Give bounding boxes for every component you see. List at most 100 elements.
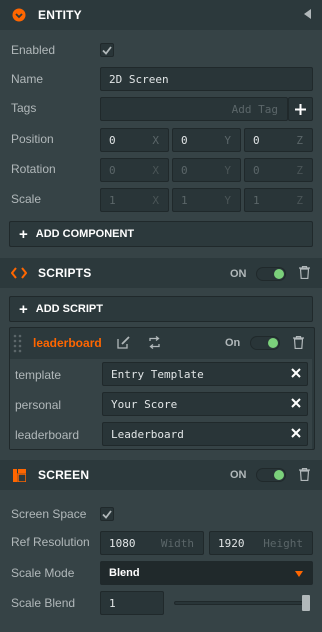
- attribute-value: Leaderboard: [111, 427, 184, 441]
- screen-toggle[interactable]: [256, 468, 286, 482]
- attribute-label: template: [15, 368, 62, 382]
- scale-blend-value: 1: [109, 596, 116, 610]
- position-y-field[interactable]: 0 Y: [172, 128, 241, 152]
- refresh-icon[interactable]: [148, 335, 161, 352]
- script-attribute-row: personal Your Score: [10, 389, 312, 419]
- close-icon[interactable]: [291, 427, 301, 441]
- position-z-field[interactable]: 0 Z: [244, 128, 313, 152]
- enabled-checkbox[interactable]: [100, 43, 114, 57]
- attribute-label: leaderboard: [15, 428, 80, 442]
- entity-icon: [11, 7, 27, 23]
- scale-z-value: 1: [253, 193, 260, 207]
- entity-panel-header[interactable]: ENTITY: [0, 0, 322, 30]
- script-on-label: On: [225, 337, 241, 349]
- attribute-entity-field[interactable]: Leaderboard: [102, 422, 308, 446]
- plus-icon: +: [19, 300, 28, 318]
- axis-z-label: Z: [296, 163, 303, 177]
- edit-icon[interactable]: [117, 336, 130, 352]
- ref-height-value: 1920: [218, 536, 245, 550]
- tags-label: Tags: [11, 101, 37, 115]
- axis-y-label: Y: [224, 133, 231, 147]
- script-attribute-row: leaderboard Leaderboard: [10, 419, 312, 449]
- axis-y-label: Y: [224, 193, 231, 207]
- drag-handle-icon[interactable]: [13, 334, 23, 357]
- ref-width-field[interactable]: 1080 Width: [100, 531, 204, 555]
- code-brackets-icon: [11, 265, 27, 281]
- add-script-button[interactable]: + ADD SCRIPT: [9, 296, 313, 322]
- attribute-value: Your Score: [111, 397, 178, 411]
- screen-space-checkbox[interactable]: [100, 507, 114, 521]
- scale-mode-select[interactable]: Blend: [100, 561, 313, 585]
- scale-y-field[interactable]: 1 Y: [172, 188, 241, 212]
- dropdown-arrow-icon: [295, 566, 303, 580]
- tags-placeholder: Add Tag: [231, 102, 278, 116]
- trash-icon[interactable]: [293, 335, 304, 352]
- axis-z-label: Z: [296, 193, 303, 207]
- check-icon: [102, 45, 112, 55]
- rotation-y-field[interactable]: 0 Y: [172, 158, 241, 182]
- add-tag-button[interactable]: [288, 97, 313, 121]
- scale-blend-field[interactable]: 1: [100, 591, 164, 615]
- scale-blend-label: Scale Blend: [11, 596, 76, 610]
- name-value: 2D Screen: [109, 72, 169, 86]
- scale-x-field[interactable]: 1 X: [100, 188, 169, 212]
- scale-y-value: 1: [181, 193, 188, 207]
- axis-x-label: X: [152, 193, 159, 207]
- position-label: Position: [11, 132, 54, 146]
- check-icon: [102, 509, 112, 519]
- rotation-y-value: 0: [181, 163, 188, 177]
- rotation-label: Rotation: [11, 162, 56, 176]
- axis-x-label: X: [152, 133, 159, 147]
- position-x-value: 0: [109, 133, 116, 147]
- trash-icon[interactable]: [299, 265, 310, 282]
- scale-mode-label: Scale Mode: [11, 566, 75, 580]
- screen-layout-icon: [11, 467, 27, 483]
- attribute-value: Entry Template: [111, 367, 204, 381]
- scale-blend-slider-track[interactable]: [174, 601, 310, 605]
- rotation-z-value: 0: [253, 163, 260, 177]
- plus-icon: [295, 103, 306, 115]
- attribute-entity-field[interactable]: Your Score: [102, 392, 308, 416]
- trash-icon[interactable]: [299, 467, 310, 484]
- entity-title: ENTITY: [38, 8, 82, 22]
- axis-z-label: Z: [296, 133, 303, 147]
- name-field[interactable]: 2D Screen: [100, 67, 313, 91]
- axis-x-label: X: [152, 163, 159, 177]
- name-label: Name: [11, 72, 44, 86]
- collapse-arrow-icon[interactable]: [304, 8, 312, 22]
- attribute-entity-field[interactable]: Entry Template: [102, 362, 308, 386]
- close-icon[interactable]: [291, 367, 301, 381]
- scale-blend-slider-handle[interactable]: [302, 595, 310, 611]
- add-component-label: ADD COMPONENT: [35, 228, 135, 240]
- tags-input[interactable]: Add Tag: [100, 97, 288, 121]
- scripts-toggle[interactable]: [256, 267, 286, 281]
- scale-z-field[interactable]: 1 Z: [244, 188, 313, 212]
- add-component-button[interactable]: + ADD COMPONENT: [9, 221, 313, 247]
- width-label: Width: [160, 536, 194, 550]
- screen-on-label: ON: [230, 469, 247, 481]
- scale-label: Scale: [11, 192, 42, 206]
- position-x-field[interactable]: 0 X: [100, 128, 169, 152]
- scale-mode-value: Blend: [109, 567, 140, 579]
- position-z-value: 0: [253, 133, 260, 147]
- script-toggle[interactable]: [250, 336, 280, 350]
- ref-height-field[interactable]: 1920 Height: [209, 531, 313, 555]
- plus-icon: +: [19, 225, 28, 243]
- script-attribute-row: template Entry Template: [10, 359, 312, 389]
- axis-y-label: Y: [224, 163, 231, 177]
- rotation-z-field[interactable]: 0 Z: [244, 158, 313, 182]
- script-name: leaderboard: [33, 336, 102, 350]
- screen-space-label: Screen Space: [11, 507, 87, 521]
- ref-width-value: 1080: [109, 536, 136, 550]
- ref-resolution-label: Ref Resolution: [11, 535, 90, 549]
- attribute-label: personal: [15, 398, 62, 412]
- rotation-x-value: 0: [109, 163, 116, 177]
- position-y-value: 0: [181, 133, 188, 147]
- add-script-label: ADD SCRIPT: [35, 303, 103, 315]
- enabled-label: Enabled: [11, 43, 56, 57]
- height-label: Height: [263, 536, 303, 550]
- close-icon[interactable]: [291, 397, 301, 411]
- scale-x-value: 1: [109, 193, 116, 207]
- rotation-x-field[interactable]: 0 X: [100, 158, 169, 182]
- scripts-on-label: ON: [230, 268, 247, 280]
